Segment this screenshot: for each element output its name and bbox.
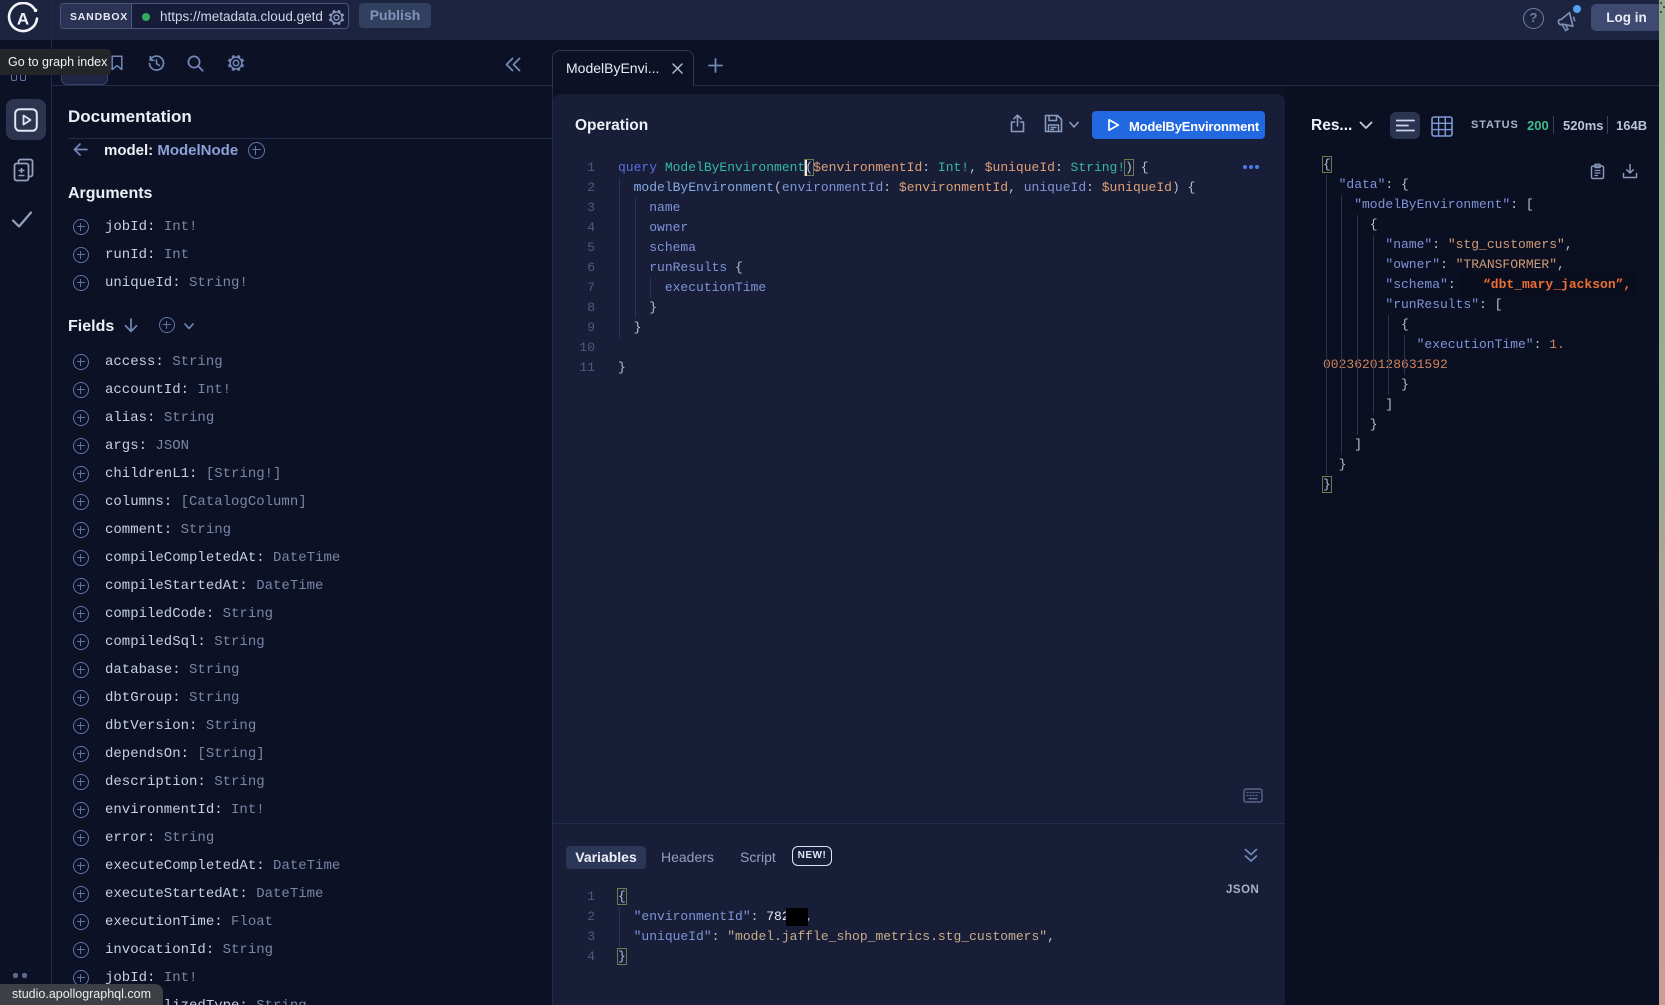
- svg-text:A: A: [17, 10, 29, 29]
